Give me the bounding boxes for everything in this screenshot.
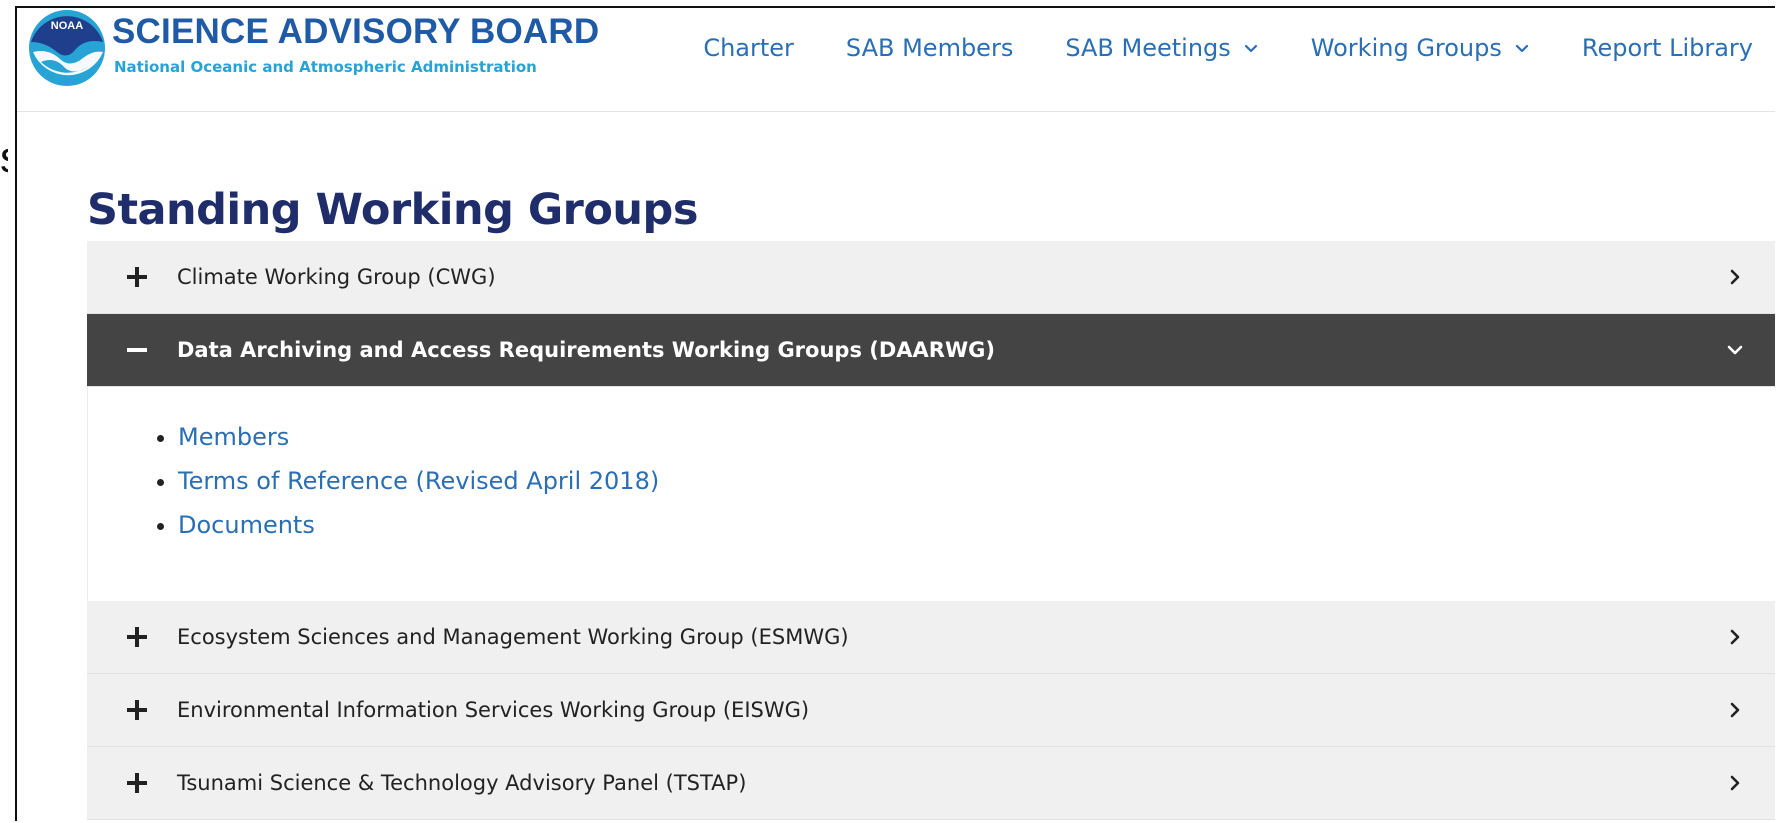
noaa-emblem-icon: NOAA	[29, 10, 105, 86]
plus-icon	[127, 627, 147, 647]
accordion-label: Data Archiving and Access Requirements W…	[177, 338, 995, 362]
chevron-right-icon	[1730, 629, 1740, 645]
browser-viewport: NOAA SCIENCE ADVISORY BOARD National Oce…	[15, 6, 1775, 821]
page-title: Standing Working Groups	[87, 184, 698, 235]
list-item: Terms of Reference (Revised April 2018)	[178, 459, 1775, 503]
site-title: SCIENCE ADVISORY BOARD	[112, 12, 600, 51]
chevron-down-icon	[1515, 44, 1528, 53]
plus-icon	[127, 700, 147, 720]
nav-sab-members[interactable]: SAB Members	[846, 34, 1013, 62]
terms-of-reference-link[interactable]: Terms of Reference (Revised April 2018)	[178, 467, 659, 495]
minus-icon	[127, 348, 147, 352]
nav-working-groups[interactable]: Working Groups	[1311, 34, 1530, 62]
chevron-right-icon	[1730, 775, 1740, 791]
chevron-right-icon	[1730, 702, 1740, 718]
accordion-label: Environmental Information Services Worki…	[177, 698, 810, 722]
nav-label: SAB Members	[845, 34, 1014, 62]
plus-icon	[127, 773, 147, 793]
accordion-header-tstap[interactable]: Tsunami Science & Technology Advisory Pa…	[87, 747, 1775, 820]
nav-label: Charter	[703, 34, 794, 62]
accordion-header-cwg[interactable]: Climate Working Group (CWG)	[87, 241, 1775, 314]
nav-sab-meetings[interactable]: SAB Meetings	[1065, 34, 1258, 62]
documents-link[interactable]: Documents	[178, 511, 315, 539]
nav-charter[interactable]: Charter	[703, 34, 794, 62]
emblem-text: NOAA	[51, 20, 83, 32]
site-subtitle: National Oceanic and Atmospheric Adminis…	[114, 58, 537, 76]
chevron-right-icon	[1730, 269, 1740, 285]
site-header: NOAA SCIENCE ADVISORY BOARD National Oce…	[17, 8, 1775, 112]
chevron-down-icon	[1244, 44, 1257, 53]
nav-label: Report Library	[1581, 34, 1753, 62]
main-nav: Charter SAB Members SAB Meetings Working…	[651, 34, 1753, 62]
nav-label: SAB Meetings	[1065, 34, 1231, 62]
list-item: Members	[178, 415, 1775, 459]
members-link[interactable]: Members	[178, 423, 289, 451]
accordion-label: Tsunami Science & Technology Advisory Pa…	[177, 771, 747, 795]
accordion-header-esmwg[interactable]: Ecosystem Sciences and Management Workin…	[87, 601, 1775, 674]
accordion-label: Ecosystem Sciences and Management Workin…	[177, 625, 849, 649]
plus-icon	[127, 267, 147, 287]
nav-report-library[interactable]: Report Library	[1582, 34, 1753, 62]
chevron-down-icon	[1727, 345, 1743, 355]
nav-label: Working Groups	[1310, 34, 1502, 62]
accordion-label: Climate Working Group (CWG)	[177, 265, 496, 289]
list-item: Documents	[178, 503, 1775, 547]
cropped-edge-glyph: s	[0, 136, 8, 180]
accordion-header-daarwg[interactable]: Data Archiving and Access Requirements W…	[87, 314, 1775, 387]
accordion-panel-daarwg: Members Terms of Reference (Revised Apri…	[87, 387, 1775, 601]
working-groups-accordion: Climate Working Group (CWG) Data Archivi…	[87, 241, 1775, 820]
daarwg-link-list: Members Terms of Reference (Revised Apri…	[88, 415, 1775, 547]
accordion-header-eiswg[interactable]: Environmental Information Services Worki…	[87, 674, 1775, 747]
site-logo[interactable]: NOAA SCIENCE ADVISORY BOARD National Oce…	[27, 8, 600, 88]
